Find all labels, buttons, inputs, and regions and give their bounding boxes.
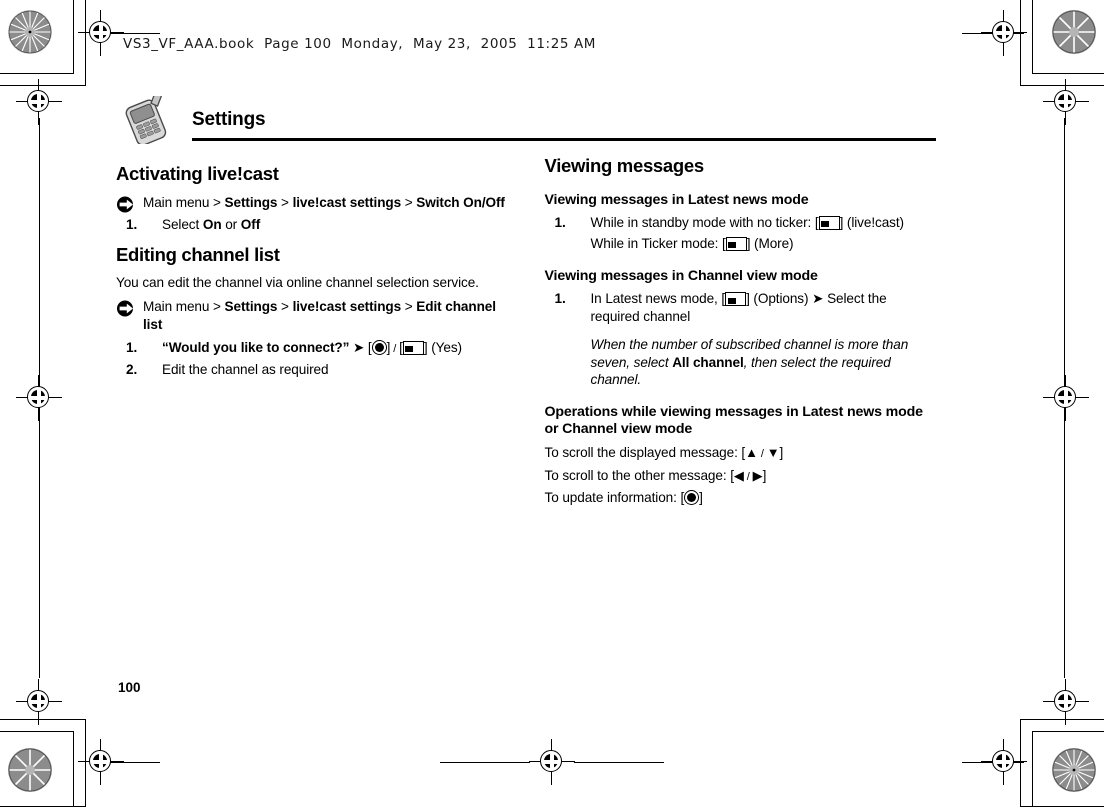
operation-scroll-displayed-message: To scroll the displayed message: [▲ / ▼] [544,445,784,461]
section-heading-activating-livecast: Activating live!cast [116,163,279,184]
two-column-body: Activating live!cast Main menu > Setting… [116,154,936,512]
registration-mark-top-left-lower [16,79,62,125]
right-column: Viewing messages Viewing messages in Lat… [545,154,937,512]
trim-rule-bottom-center-left [440,762,530,763]
subsection-heading-channel-view-mode: Viewing messages in Channel view mode [544,268,818,285]
step-text: While in standby mode with no ticker: []… [591,215,937,253]
section-heading-editing-channel-list: Editing channel list [116,243,280,265]
registration-mark-bottom-right-lower [981,739,1027,785]
step-number: 1. [126,339,138,355]
crop-box-top-right-outer [1020,0,1104,86]
arrow-bullet-icon [116,300,135,317]
steps-channel-view-mode: 1. In Latest news mode, [] (Options) ➤ S… [545,290,937,389]
registration-mark-bottom-center [529,739,575,785]
left-softkey-icon [818,215,840,230]
manual-page-content: Settings Activating live!cast Main menu … [116,84,936,512]
registration-mark-left-middle [16,375,62,421]
left-arrow-key-icon: ◀ [733,467,744,483]
step-number: 1. [554,291,566,307]
section-intro-text: You can edit the channel via online chan… [116,275,479,291]
rosette-target-bottom-right [1052,748,1096,792]
operations-list: To scroll the displayed message: [▲ / ▼]… [545,444,937,507]
registration-mark-bottom-left [16,679,62,725]
step-item: 2. Edit the channel as required [116,361,508,379]
subsection-heading-latest-news-mode: Viewing messages in Latest news mode [544,191,809,208]
mobile-phone-icon [116,84,178,146]
rosette-target-top-left [8,10,52,54]
crop-box-bottom-right [1032,731,1104,807]
steps-editing-channel-list: 1. “Would you like to connect?” ➤ [] / [… [116,339,508,379]
right-arrow-key-icon: ▶ [752,467,763,483]
print-slug-filename: VS3_VF_AAA.book Page 100 Monday, May 23,… [123,36,597,52]
registration-mark-bottom-left-lower [78,739,124,785]
crop-box-bottom-right-outer [1020,719,1104,807]
rosette-target-bottom-left [8,748,52,792]
step-text: “Would you like to connect?” ➤ [] / [] (… [162,339,462,355]
step-text: Select On or Off [162,217,261,233]
step-item: 1. While in standby mode with no ticker:… [545,214,937,253]
step-text-secondary: While in Ticker mode: [] (More) [590,235,794,251]
nav-path-switch-on-off: Main menu > Settings > live!cast setting… [116,194,508,213]
steps-activating-livecast: 1. Select On or Off [116,216,508,234]
section-heading-viewing-messages: Viewing messages [544,155,705,176]
left-column: Activating live!cast Main menu > Setting… [116,154,508,512]
page-number: 100 [118,680,141,695]
step-number: 1. [126,217,138,233]
step-item: 1. “Would you like to connect?” ➤ [] / [… [116,339,508,357]
page-title: Settings [192,109,266,130]
center-key-icon [371,339,387,355]
trim-rule-bottom-center-right [574,762,664,763]
registration-mark-top-left [78,10,124,56]
nav-path-text: Main menu > Settings > live!cast setting… [143,194,505,210]
left-softkey-icon [725,236,747,251]
header-divider [192,138,936,141]
crop-box-top-right [1032,0,1104,74]
step-text: Edit the channel as required [162,361,329,377]
center-key-icon [684,490,700,506]
step-item: 1. In Latest news mode, [] (Options) ➤ S… [545,290,937,389]
registration-mark-bottom-right [1043,679,1089,725]
trim-rule-bottom-right [962,762,1024,763]
crop-box-bottom-left-outer [0,719,86,807]
trim-rule-bottom-left [100,762,160,763]
rosette-target-top-right [1052,10,1096,54]
left-softkey-icon [725,292,747,307]
trim-rule-right [1064,118,1065,678]
chapter-header: Settings [116,84,936,146]
step-text: In Latest news mode, [] (Options) ➤ Sele… [591,291,937,389]
trim-rule-left [39,118,40,678]
nav-path-edit-channel-list: Main menu > Settings > live!cast setting… [116,298,508,333]
operation-scroll-other-message: To scroll to the other message: [◀ / ▶] [544,467,767,483]
registration-mark-top-right [981,10,1027,56]
down-arrow-key-icon: ▼ [766,445,780,461]
trim-rule-top [100,33,160,34]
nav-path-text: Main menu > Settings > live!cast setting… [143,299,496,332]
left-softkey-icon [402,340,424,355]
operation-update-information: To update information: [] [544,490,703,506]
steps-latest-news-mode: 1. While in standby mode with no ticker:… [545,214,937,253]
crop-box-top-left [0,0,74,74]
trim-rule-top-right [962,33,1024,34]
up-arrow-key-icon: ▲ [745,445,758,461]
step-number: 2. [126,361,138,377]
arrow-bullet-icon [116,196,135,213]
crop-box-top-left-outer [0,0,86,86]
subsection-heading-operations: Operations while viewing messages in Lat… [544,404,924,438]
step-item: 1. Select On or Off [116,216,508,234]
registration-mark-right-middle [1043,375,1089,421]
step-note-italic: When the number of subscribed channel is… [590,336,909,388]
crop-box-bottom-left [0,731,74,807]
registration-mark-top-right-lower [1043,79,1089,125]
step-number: 1. [554,214,566,230]
